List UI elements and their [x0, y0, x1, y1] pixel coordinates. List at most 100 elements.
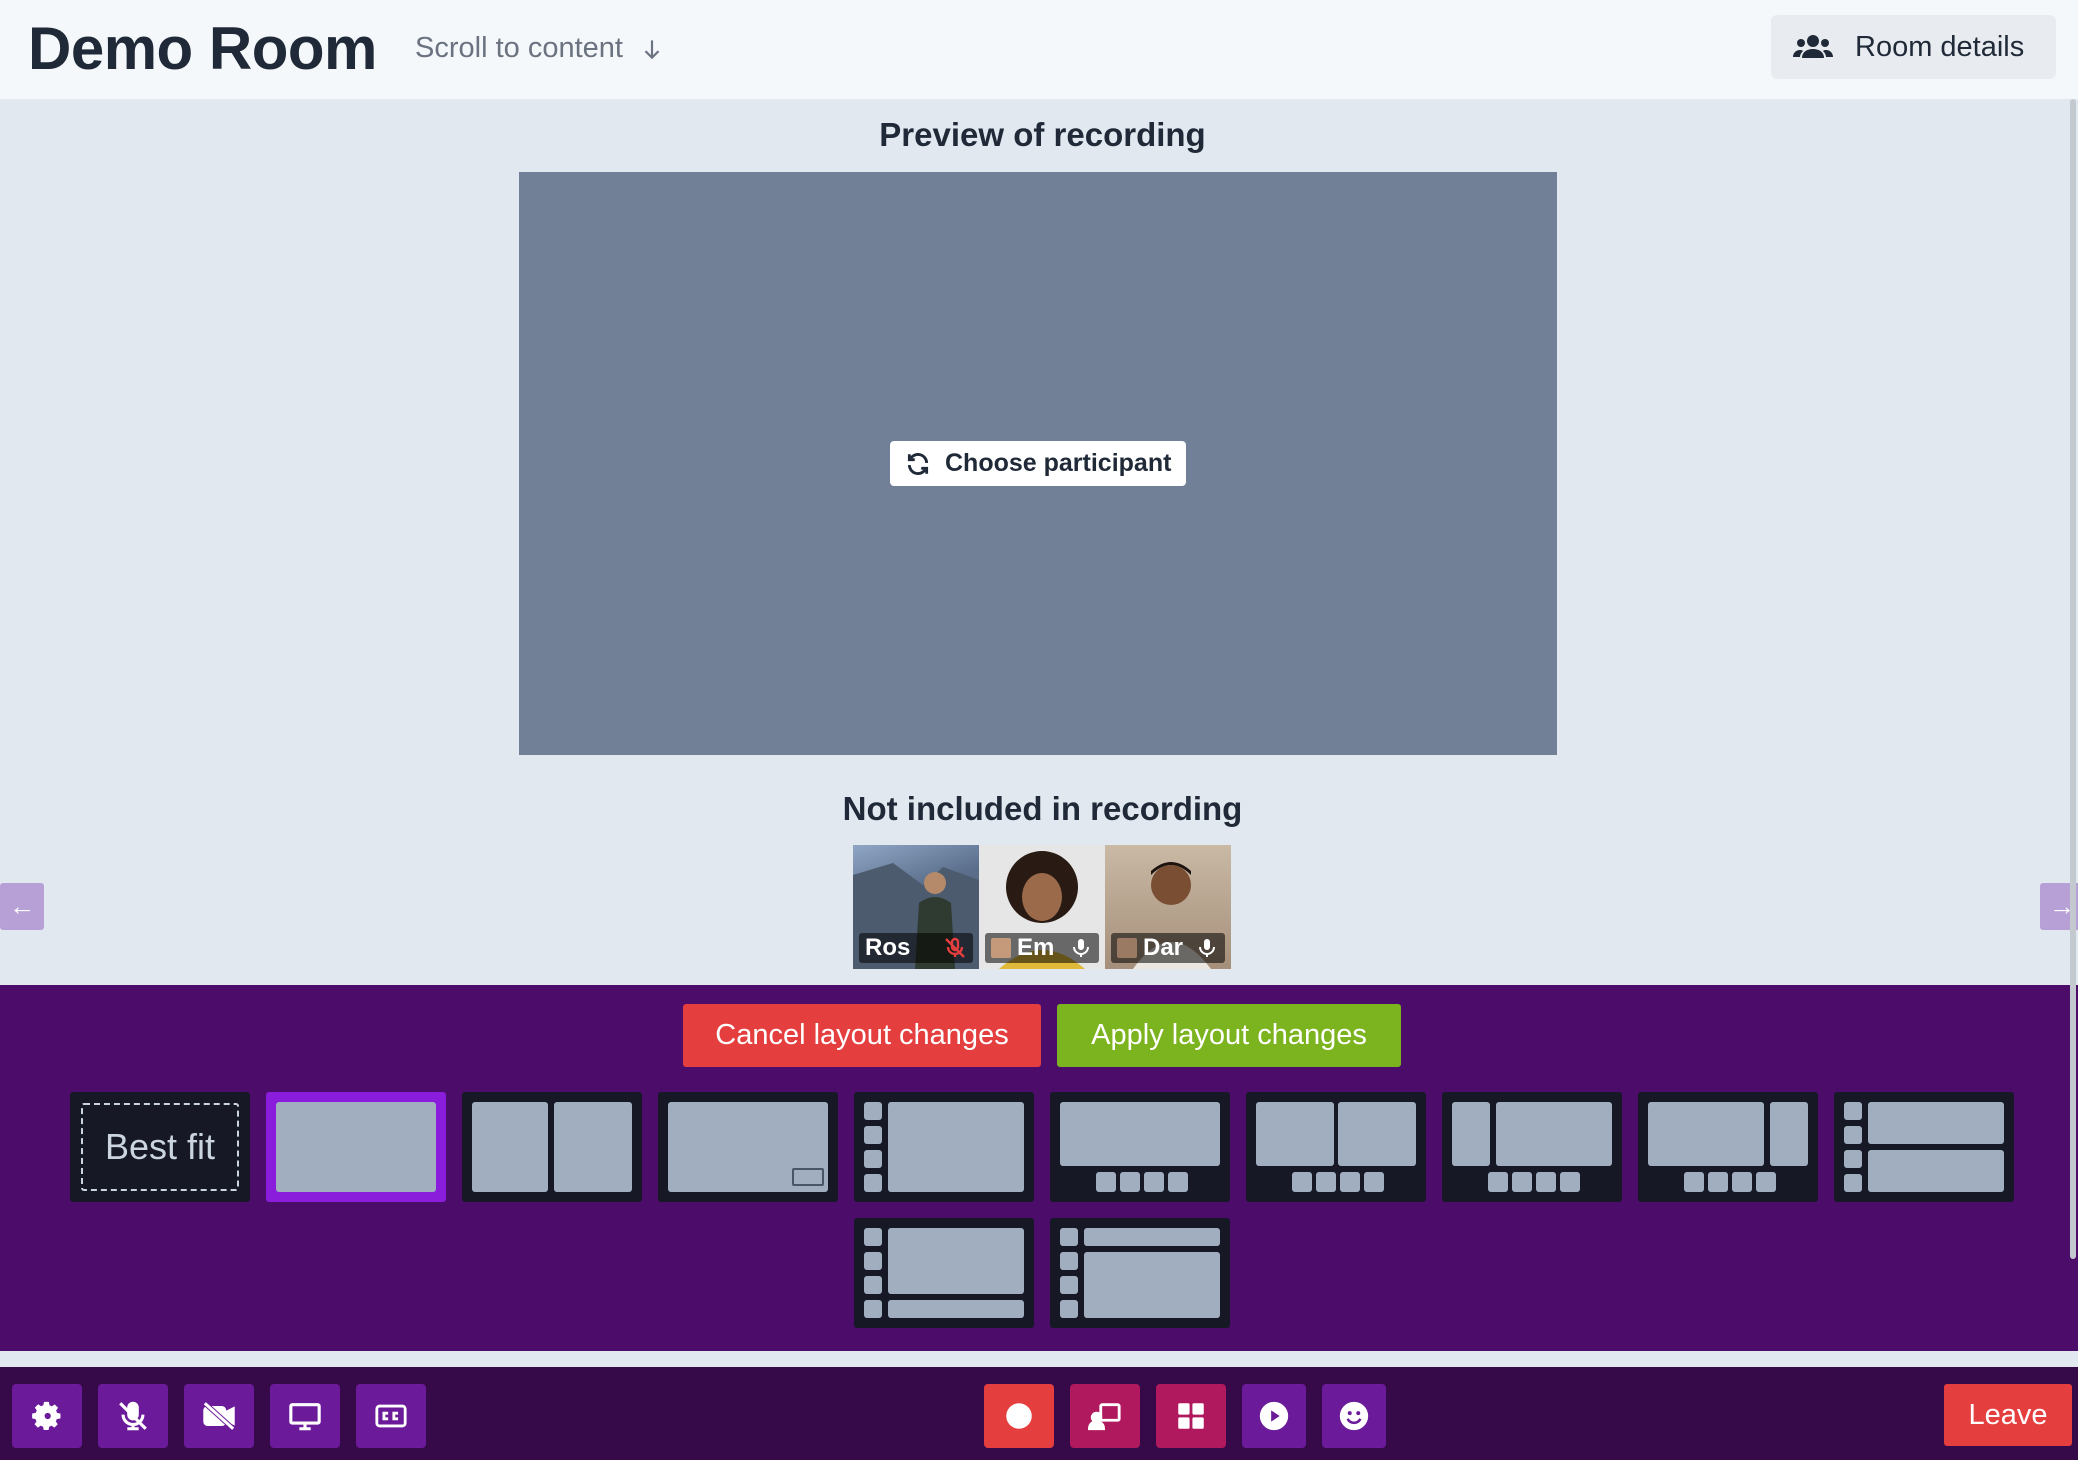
layout-slot: [1096, 1172, 1116, 1192]
layout-slot: [1060, 1228, 1078, 1246]
layout-slot: [1756, 1172, 1776, 1192]
layout-option-split[interactable]: [462, 1092, 642, 1202]
layout-slot: [1844, 1174, 1862, 1192]
layout-slot: [276, 1102, 436, 1192]
layout-slot: [1732, 1172, 1752, 1192]
participant-name: Em: [1017, 934, 1055, 961]
layout-slot: [888, 1300, 1024, 1318]
layout-slot: [1084, 1228, 1220, 1246]
layout-slot: [1496, 1102, 1612, 1166]
layout-slot: [1120, 1172, 1140, 1192]
layout-slot: [1084, 1252, 1220, 1318]
layout-slot: [1560, 1172, 1580, 1192]
settings-button[interactable]: [12, 1384, 82, 1448]
layout-slot: [1338, 1102, 1416, 1166]
layout-option-small-large-strip[interactable]: [1442, 1092, 1622, 1202]
participant-avatar-mini: [1117, 938, 1137, 958]
layout-slot: [1868, 1102, 2004, 1144]
record-icon: [1006, 1403, 1032, 1429]
layout-slot: [888, 1102, 1024, 1192]
mic-icon: [1199, 939, 1215, 957]
page-scrollbar[interactable]: [2070, 99, 2076, 1259]
layout-slot: [1292, 1172, 1312, 1192]
layout-slot: [864, 1276, 882, 1294]
participant-thumbnail[interactable]: Em: [979, 845, 1105, 969]
apply-layout-button[interactable]: Apply layout changes: [1057, 1004, 1401, 1067]
layout-slot: [1340, 1172, 1360, 1192]
participant-avatar-mini: [991, 938, 1011, 958]
layout-option-pip[interactable]: [658, 1092, 838, 1202]
layout-slot: [1844, 1150, 1862, 1168]
switch-layout-icon: [1088, 1403, 1121, 1431]
layout-slot: [864, 1126, 882, 1144]
record-button[interactable]: [984, 1384, 1054, 1448]
switch-presentation-button[interactable]: [1070, 1384, 1140, 1448]
layout-slot: [888, 1228, 1024, 1294]
layout-slot: [864, 1300, 882, 1318]
mic-icon: [1073, 939, 1089, 957]
choose-participant-label: Choose participant: [945, 449, 1172, 477]
layout-slot: [1844, 1102, 1862, 1120]
grid-layout-icon: [1178, 1403, 1204, 1429]
captions-icon: [375, 1404, 407, 1428]
layout-option-single[interactable]: [266, 1092, 446, 1202]
room-details-button[interactable]: Room details: [1771, 15, 2056, 79]
layout-slot: [1452, 1102, 1490, 1166]
play-button[interactable]: [1242, 1384, 1306, 1448]
layout-option-large-small-strip[interactable]: [1638, 1092, 1818, 1202]
layout-slot: [1512, 1172, 1532, 1192]
cancel-layout-button[interactable]: Cancel layout changes: [683, 1004, 1041, 1067]
layout-slot: [1060, 1300, 1078, 1318]
layout-slot: [864, 1102, 882, 1120]
layout-slot: [472, 1102, 548, 1192]
layout-slot: [1868, 1150, 2004, 1192]
layout-option-sidebar-left[interactable]: [854, 1092, 1034, 1202]
leave-button[interactable]: Leave: [1944, 1384, 2072, 1446]
scroll-to-content-link[interactable]: Scroll to content: [415, 32, 665, 65]
layout-slot: [864, 1150, 882, 1168]
layout-slot: [864, 1252, 882, 1270]
room-title: Demo Room: [28, 15, 377, 82]
layout-slot: [1060, 1102, 1220, 1166]
reactions-button[interactable]: [1322, 1384, 1386, 1448]
layout-slot: [1708, 1172, 1728, 1192]
participant-thumbnail[interactable]: Dar: [1105, 845, 1231, 969]
layout-pip-slot: [792, 1168, 824, 1186]
layout-option-split-bottom-strip[interactable]: [1246, 1092, 1426, 1202]
layout-slot: [864, 1228, 882, 1246]
room-details-label: Room details: [1855, 30, 2025, 63]
layout-option-sidebar-stacked[interactable]: [1834, 1092, 2014, 1202]
participant-label-bar: Dar: [1111, 933, 1225, 963]
layout-option-sidebar-top-bar[interactable]: [1050, 1218, 1230, 1328]
scroll-link-label: Scroll to content: [415, 32, 623, 64]
participant-name: Ros: [865, 934, 911, 961]
layout-option-bottom-strip[interactable]: [1050, 1092, 1230, 1202]
not-included-title: Not included in recording: [842, 790, 1243, 827]
layout-option-best-fit[interactable]: Best fit: [70, 1092, 250, 1202]
screen-share-icon: [289, 1403, 321, 1431]
choose-participant-button[interactable]: Choose participant: [890, 441, 1186, 486]
participant-label-bar: Ros: [859, 933, 973, 963]
refresh-icon: [907, 452, 929, 475]
arrow-left-icon: ←: [9, 891, 35, 921]
layout-slot: [1536, 1172, 1556, 1192]
screen-share-button[interactable]: [270, 1384, 340, 1448]
camera-toggle-button[interactable]: [184, 1384, 254, 1448]
mute-mic-button[interactable]: [98, 1384, 168, 1448]
panel-divider: [0, 1351, 2078, 1367]
preview-title: Preview of recording: [879, 116, 1206, 153]
layout-slot: [1168, 1172, 1188, 1192]
arrow-down-icon: [644, 39, 660, 59]
layout-slot: [1060, 1252, 1078, 1270]
layout-option-sidebar-bottom-bar[interactable]: [854, 1218, 1034, 1328]
captions-button[interactable]: [356, 1384, 426, 1448]
excluded-participants-list: Ros Em Dar: [853, 845, 1231, 969]
layout-grid-button[interactable]: [1156, 1384, 1226, 1448]
participant-thumbnail[interactable]: Ros: [853, 845, 979, 969]
layout-slot: [1060, 1276, 1078, 1294]
camera-off-icon: [203, 1401, 235, 1431]
scroll-left-button[interactable]: ←: [0, 883, 44, 930]
emoji-icon: [1339, 1401, 1369, 1431]
settings-icon: [32, 1401, 61, 1431]
layout-slot: [1488, 1172, 1508, 1192]
